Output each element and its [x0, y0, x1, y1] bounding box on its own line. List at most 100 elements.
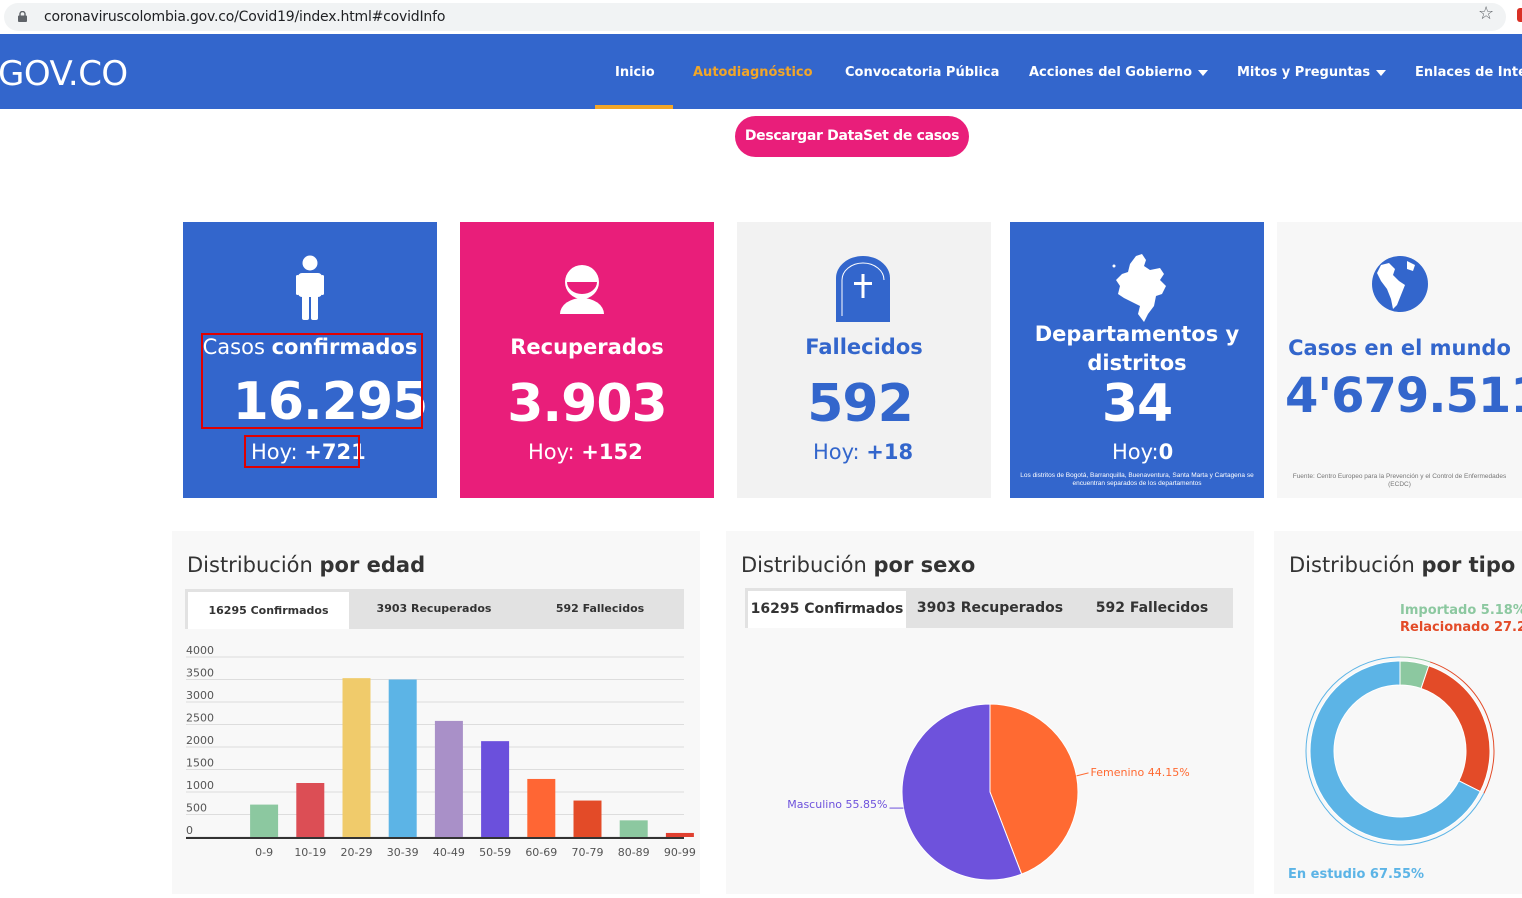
panel-distribucion-tipo: Distribución por tipo Importado 5.18% Rel… [1274, 531, 1522, 894]
card-value: 592 [807, 374, 914, 434]
title-bold: por edad [319, 553, 426, 577]
bar-60-69[interactable] [527, 778, 556, 837]
bar-80-89[interactable] [619, 820, 648, 837]
site-logo[interactable]: GOV.CO [0, 54, 128, 94]
x-tick-label: 70-79 [572, 846, 604, 859]
title-regular: Distribución [187, 553, 320, 577]
nav-enlaces[interactable]: Enlaces de Inte [1415, 65, 1522, 80]
y-tick-label: 4000 [186, 644, 214, 657]
sex-pie-chart: Femenino 44.15% Masculino 55.85% [787, 703, 1190, 881]
tab-recuperados[interactable]: 3903 Recuperados [351, 589, 517, 629]
today-label: Hoy: [813, 440, 867, 464]
card-recuperados: Recuperados 3.903 Hoy: +152 [460, 222, 714, 498]
globe-icon [1372, 256, 1428, 312]
nav-acciones-gobierno[interactable]: Acciones del Gobierno [1029, 65, 1209, 80]
card-title: Recuperados [510, 335, 664, 359]
card-today: Hoy:0 [1112, 440, 1173, 464]
panel-distribucion-edad: Distribución por edad 16295 Confirmados … [172, 531, 700, 894]
card-value: 34 [1101, 374, 1173, 434]
extension-icon[interactable] [1517, 8, 1522, 22]
card-title: Fallecidos [805, 335, 923, 359]
age-bar-chart: 4000 3500 3000 2500 2000 1500 1000 500 0 0-9 10-19… [186, 644, 696, 859]
title-bold: por sexo [873, 553, 976, 577]
pie-label: Femenino 44.15% [1091, 766, 1190, 779]
x-tick-label: 10-19 [294, 846, 326, 859]
title-regular: Distribución [741, 553, 874, 577]
url-text[interactable]: coronaviruscolombia.gov.co/Covid19/index… [44, 9, 445, 25]
y-tick-label: 0 [186, 824, 193, 837]
today-value: +18 [866, 440, 914, 464]
colombia-map-icon [1112, 254, 1166, 322]
nav-mitos-preguntas[interactable]: Mitos y Preguntas [1237, 65, 1387, 80]
card-mundo: Casos en el mundo 4'679.511 Fuente: Cent… [1277, 222, 1522, 498]
chevron-down-icon [1198, 69, 1209, 76]
pie-label-line [1076, 772, 1089, 777]
bar-30-39[interactable] [388, 679, 417, 838]
card-title: Casos en el mundo [1288, 336, 1511, 360]
nav-autodiagnostico[interactable]: Autodiagnóstico [693, 65, 813, 80]
card-fallecidos: Fallecidos 592 Hoy: +18 [737, 222, 991, 498]
donut-label: Importado 5.18% [1400, 603, 1522, 618]
nav-inicio[interactable]: Inicio [615, 65, 655, 80]
today-value: 0 [1158, 440, 1174, 464]
card-note: Los distritos de Bogotá, Barranquilla, B… [1020, 472, 1254, 487]
person-icon [296, 255, 324, 320]
tab-recuperados[interactable]: 3903 Recuperados [909, 588, 1071, 628]
y-tick-label: 1500 [186, 757, 214, 770]
today-label: Hoy: [1112, 440, 1159, 464]
address-bar[interactable]: coronaviruscolombia.gov.co/Covid19/index… [4, 3, 1506, 31]
x-tick-label: 60-69 [525, 846, 557, 859]
bar-20-29[interactable] [342, 678, 371, 837]
x-tick-label: 40-49 [433, 846, 465, 859]
tab-fallecidos[interactable]: 592 Fallecidos [1071, 588, 1233, 628]
bar-0-9[interactable] [250, 804, 279, 837]
y-tick-label: 500 [186, 802, 207, 815]
panel-distribucion-sexo: Distribución por sexo 16295 Confirmados … [726, 531, 1254, 894]
highlight-box-today [244, 435, 360, 468]
panel-title: Distribución por sexo [741, 553, 975, 577]
chevron-down-icon [1376, 69, 1387, 76]
bar-10-19[interactable] [296, 783, 325, 837]
download-dataset-button[interactable]: Descargar DataSet de casos [735, 116, 969, 157]
bar-40-49[interactable] [434, 720, 463, 837]
bar-90-99[interactable] [665, 832, 694, 837]
nav-convocatoria[interactable]: Convocatoria Pública [845, 65, 999, 80]
y-tick-label: 1000 [186, 779, 214, 792]
donut-slice[interactable] [1420, 665, 1491, 793]
card-departamentos: Departamentos y distritos 34 Hoy:0 Los di… [1010, 222, 1264, 498]
site-navbar: GOV.CO Inicio Autodiagnóstico Convocator… [0, 34, 1522, 109]
card-today: Hoy: +152 [528, 440, 643, 464]
bar-50-59[interactable] [481, 741, 510, 837]
card-note: Fuente: Centro Europeo para la Prevenció… [1292, 473, 1507, 488]
y-tick-label: 2000 [186, 734, 214, 747]
bar-70-79[interactable] [573, 800, 602, 837]
tab-fallecidos[interactable]: 592 Fallecidos [517, 589, 683, 629]
browser-toolbar: coronaviruscolombia.gov.co/Covid19/index… [0, 0, 1522, 34]
donut-label: En estudio 67.55% [1288, 867, 1424, 882]
tab-confirmados[interactable]: 16295 Confirmados [188, 592, 349, 629]
nav-acciones-label: Acciones del Gobierno [1029, 65, 1193, 80]
donut-label: Relacionado 27.2 [1400, 620, 1522, 635]
pie-label: Masculino 55.85% [787, 798, 887, 811]
title-line-1: Departamentos y [1034, 322, 1240, 346]
x-tick-label: 50-59 [479, 846, 511, 859]
card-today: Hoy: +18 [813, 440, 913, 464]
x-tick-label: 20-29 [341, 846, 373, 859]
highlight-box-total [201, 333, 423, 429]
y-tick-label: 3000 [186, 689, 214, 702]
y-tick-label: 3500 [186, 667, 214, 680]
sex-tabs: 16295 Confirmados 3903 Recuperados 592 F… [745, 588, 1233, 628]
tab-confirmados[interactable]: 16295 Confirmados [748, 591, 906, 628]
lock-icon [18, 11, 27, 22]
title-bold: por tipo [1421, 553, 1516, 577]
card-value: 3.903 [507, 374, 667, 434]
tombstone-icon [836, 256, 890, 322]
age-tabs: 16295 Confirmados 3903 Recuperados 592 F… [185, 589, 684, 629]
bookmark-star-icon[interactable]: ☆ [1478, 3, 1494, 24]
nav-active-indicator [595, 105, 673, 109]
card-value: 4'679.511 [1285, 368, 1522, 424]
card-title: Departamentos y distritos [1010, 320, 1264, 378]
y-tick-label: 2500 [186, 712, 214, 725]
today-label: Hoy: [528, 440, 582, 464]
nav-mitos-label: Mitos y Preguntas [1237, 65, 1371, 80]
